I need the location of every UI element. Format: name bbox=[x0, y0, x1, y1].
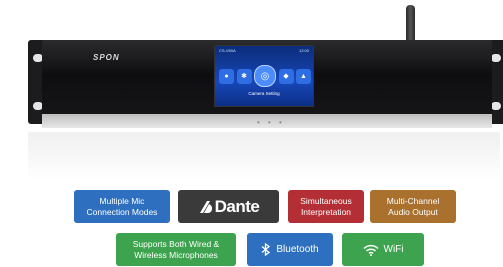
badge-wired-wireless-mics: Supports Both Wired & Wireless Microphon… bbox=[116, 233, 236, 266]
badge-bluetooth-label: Bluetooth bbox=[276, 244, 319, 255]
mic-icon: ● bbox=[219, 68, 234, 84]
badge-dante: Dante bbox=[178, 190, 279, 223]
badge-wifi-label: WiFi bbox=[383, 244, 404, 255]
settings-icon: ✱ bbox=[236, 68, 252, 84]
badge-multi-line2: Audio Output bbox=[388, 206, 438, 217]
badge-wired-line1: Supports Both Wired & bbox=[132, 238, 220, 249]
product-banner: • • • SPON CS-V80A 12:00 ● ✱ ◎ ◆ ▲ Camer… bbox=[0, 0, 503, 267]
rack-hole bbox=[491, 102, 501, 110]
badge-simultaneous-interpretation: Simultaneous Interpretation bbox=[288, 190, 364, 223]
camera-icon: ◎ bbox=[254, 65, 276, 87]
badge-dante-label: Dante bbox=[214, 197, 260, 216]
screen-model: CS-V80A bbox=[219, 48, 236, 53]
wifi-icon bbox=[362, 244, 379, 256]
badge-sim-line2: Interpretation bbox=[300, 206, 352, 217]
badge-mic-line2: Connection Modes bbox=[86, 206, 158, 217]
badge-multiple-mic: Multiple Mic Connection Modes bbox=[74, 190, 170, 223]
screen-caption: Camera Setting bbox=[248, 91, 280, 96]
badge-bluetooth: Bluetooth bbox=[247, 233, 333, 266]
rack-hole bbox=[491, 54, 501, 62]
screen-icon-row: ● ✱ ◎ ◆ ▲ bbox=[219, 65, 311, 87]
bluetooth-icon bbox=[261, 243, 271, 256]
badge-wifi: WiFi bbox=[342, 233, 424, 266]
brand-logo: SPON bbox=[93, 53, 120, 62]
screen-status-bar: CS-V80A 12:00 bbox=[219, 48, 309, 54]
network-icon: ◆ bbox=[278, 68, 294, 84]
product-reflection bbox=[28, 132, 500, 182]
screen-clock: 12:00 bbox=[298, 48, 309, 53]
device-screen: CS-V80A 12:00 ● ✱ ◎ ◆ ▲ Camera Setting bbox=[214, 45, 314, 107]
badge-mic-line1: Multiple Mic bbox=[99, 195, 145, 206]
chassis-dots: • • • bbox=[257, 118, 285, 127]
badge-sim-line1: Simultaneous bbox=[300, 195, 352, 206]
badge-multi-line1: Multi-Channel bbox=[386, 195, 440, 206]
dante-logo-icon bbox=[198, 200, 214, 214]
chassis-bottom-panel: • • • bbox=[42, 114, 492, 128]
badge-wired-line2: Wireless Microphones bbox=[134, 249, 218, 260]
badge-multi-channel-audio: Multi-Channel Audio Output bbox=[370, 190, 456, 223]
audio-icon: ▲ bbox=[296, 68, 311, 84]
